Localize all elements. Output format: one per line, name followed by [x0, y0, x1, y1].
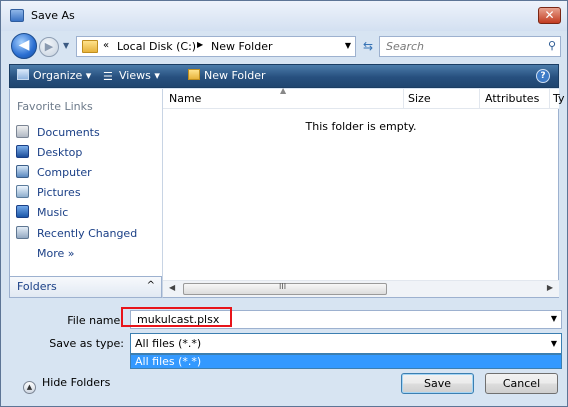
- address-row: ◀ ▶ ▼ « Local Disk (C:) ▶ New Folder ▼ ⇆…: [1, 31, 567, 61]
- documents-icon: [16, 125, 29, 138]
- breadcrumb-new-folder[interactable]: New Folder: [211, 40, 272, 53]
- hide-folders-button[interactable]: ▲ Hide Folders: [23, 376, 110, 394]
- column-size-header[interactable]: Size: [408, 92, 431, 105]
- sidebar-item-desktop[interactable]: Desktop: [16, 145, 82, 163]
- views-menu-button[interactable]: ☰ Views ▾: [103, 69, 160, 83]
- column-header-row: Name ▲ Size Attributes Ty: [163, 86, 565, 109]
- column-divider[interactable]: [549, 89, 550, 109]
- sidebar-item-computer[interactable]: Computer: [16, 165, 92, 183]
- folder-icon: [82, 40, 98, 53]
- scrollbar-grip: III: [279, 282, 287, 291]
- sidebar-item-label: Documents: [37, 126, 100, 139]
- window-title: Save As: [31, 9, 75, 22]
- breadcrumb-separator-icon[interactable]: ▶: [197, 40, 203, 49]
- save-as-dialog: Save As ✕ ◀ ▶ ▼ « Local Disk (C:) ▶ New …: [0, 0, 568, 407]
- search-icon[interactable]: ⚲: [548, 39, 556, 52]
- save-as-app-icon: [10, 9, 24, 22]
- breadcrumb-local-disk[interactable]: Local Disk (C:): [117, 40, 196, 53]
- folders-label: Folders: [17, 280, 57, 293]
- command-toolbar: Organize ▾ ☰ Views ▾ New Folder ?: [9, 64, 559, 88]
- new-folder-button[interactable]: New Folder: [188, 69, 265, 82]
- back-button[interactable]: ◀: [11, 33, 37, 59]
- folders-toggle-bar[interactable]: Folders ^: [9, 276, 162, 298]
- new-folder-icon: [188, 69, 200, 80]
- cancel-button[interactable]: Cancel: [485, 373, 558, 394]
- sidebar-item-pictures[interactable]: Pictures: [16, 185, 81, 203]
- scroll-right-icon[interactable]: ▶: [547, 283, 553, 292]
- organize-label: Organize ▾: [33, 69, 92, 82]
- collapse-icon: ▲: [23, 381, 36, 394]
- computer-icon: [16, 165, 29, 178]
- chevron-down-icon[interactable]: ▼: [551, 339, 557, 348]
- new-folder-label: New Folder: [204, 69, 266, 82]
- close-button[interactable]: ✕: [538, 7, 561, 24]
- forward-button[interactable]: ▶: [39, 37, 59, 57]
- views-icon: ☰: [103, 70, 113, 83]
- column-divider[interactable]: [403, 89, 404, 109]
- save-as-type-select[interactable]: All files (*.*) ▼: [130, 333, 562, 354]
- help-icon[interactable]: ?: [536, 69, 550, 83]
- search-placeholder: Search: [386, 40, 425, 53]
- scrollbar-thumb[interactable]: III: [183, 282, 387, 295]
- more-links-button[interactable]: More »: [37, 247, 75, 265]
- refresh-icon[interactable]: ⇆: [359, 36, 377, 57]
- recently-changed-icon: [16, 226, 29, 239]
- file-name-highlight-box: [121, 307, 232, 327]
- pictures-icon: [16, 185, 29, 198]
- hide-folders-label: Hide Folders: [42, 376, 111, 389]
- column-name-header[interactable]: Name: [169, 92, 201, 105]
- save-as-type-label: Save as type:: [49, 337, 124, 350]
- sidebar-item-label: Music: [37, 206, 69, 219]
- sort-indicator-icon: ▲: [280, 86, 287, 95]
- title-bar: Save As ✕: [1, 1, 567, 31]
- empty-folder-message: This folder is empty.: [305, 120, 417, 133]
- navigation-pane: Favorite Links Documents Desktop Compute…: [9, 89, 162, 297]
- column-attributes-header[interactable]: Attributes: [485, 92, 539, 105]
- save-button[interactable]: Save: [401, 373, 474, 394]
- column-divider[interactable]: [479, 89, 480, 109]
- address-dropdown-icon[interactable]: ▼: [345, 41, 351, 50]
- organize-icon: [17, 69, 29, 80]
- organize-menu-button[interactable]: Organize ▾: [17, 69, 91, 82]
- desktop-icon: [16, 145, 29, 158]
- column-type-header[interactable]: Ty: [553, 92, 565, 105]
- file-list-pane: Name ▲ Size Attributes Ty This folder is…: [162, 86, 565, 298]
- file-name-dropdown-icon[interactable]: ▼: [551, 314, 557, 323]
- address-bar[interactable]: « Local Disk (C:) ▶ New Folder ▼: [76, 36, 356, 57]
- sidebar-item-recently-changed[interactable]: Recently Changed: [16, 226, 137, 244]
- save-as-type-value: All files (*.*): [135, 337, 202, 350]
- search-input[interactable]: Search ⚲: [379, 36, 561, 57]
- file-name-label: File name:: [67, 314, 124, 327]
- address-overflow-chevron[interactable]: «: [103, 40, 109, 51]
- sidebar-item-documents[interactable]: Documents: [16, 125, 100, 143]
- scroll-left-icon[interactable]: ◀: [169, 283, 175, 292]
- favorite-links-heading: Favorite Links: [17, 100, 93, 113]
- sidebar-item-music[interactable]: Music: [16, 205, 68, 223]
- horizontal-scrollbar[interactable]: ◀ III ▶: [163, 280, 559, 297]
- sidebar-item-label: Pictures: [37, 186, 81, 199]
- sidebar-item-label: Computer: [37, 166, 92, 179]
- music-icon: [16, 205, 29, 218]
- views-label: Views ▾: [119, 69, 160, 82]
- sidebar-item-label: Desktop: [37, 146, 83, 159]
- chevron-up-icon[interactable]: ^: [147, 280, 155, 291]
- recent-pages-dropdown-icon[interactable]: ▼: [63, 41, 69, 50]
- save-as-type-option[interactable]: All files (*.*): [130, 354, 562, 369]
- sidebar-item-label: Recently Changed: [37, 227, 138, 240]
